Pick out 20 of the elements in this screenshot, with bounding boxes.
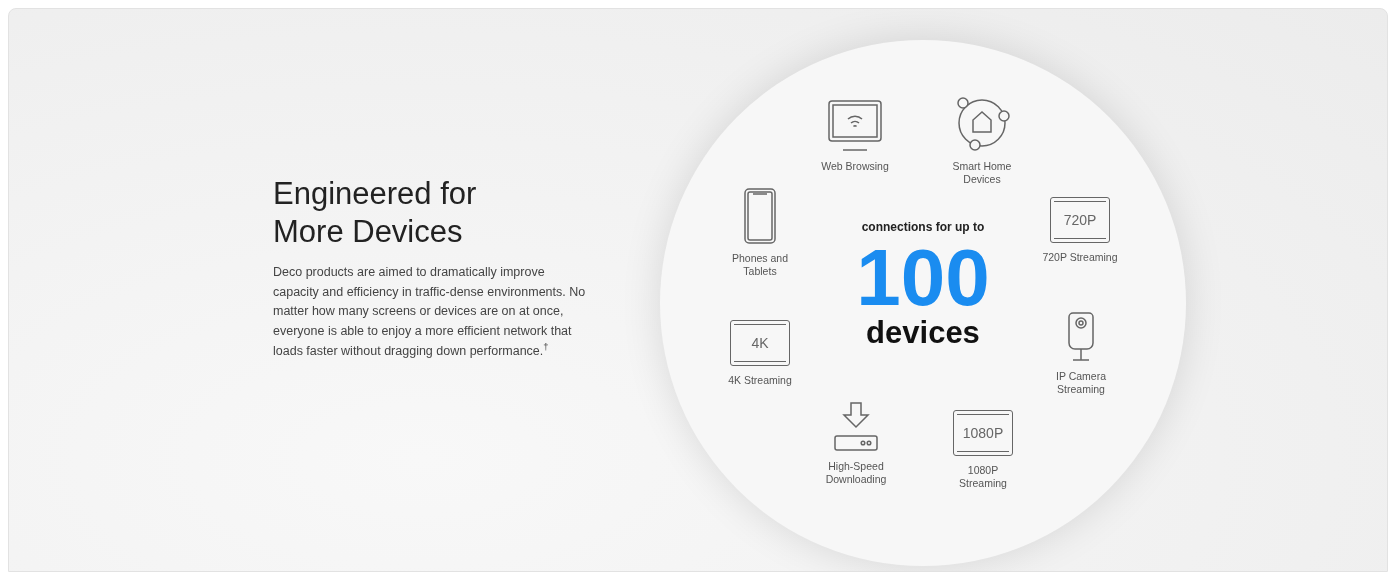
device-count: 100 xyxy=(856,240,990,316)
device-label: Web Browsing xyxy=(820,160,890,173)
download-icon xyxy=(832,402,880,452)
phone-icon xyxy=(744,188,776,244)
description-paragraph: Deco products are aimed to dramatically improve capacity and efficiency in traffic-dense environments. No matter how many screens or devices are on at once, everyone is able to enjoy a more efficient network that loads faster without dragging down performance.$^{†}$ xyxy=(273,264,587,360)
devices-label: devices xyxy=(866,316,980,350)
device-label: Smart Home Devices xyxy=(951,160,1013,186)
caption-text: connections for up to xyxy=(861,219,985,236)
device-label: Phones and Tablets xyxy=(730,252,790,278)
device-label: 4K Streaming xyxy=(727,374,793,387)
device-label: 1080P Streaming xyxy=(958,464,1008,490)
monitor-wifi-icon xyxy=(828,100,882,152)
resolution-label: 4K xyxy=(751,333,769,353)
resolution-label: 1080P xyxy=(962,423,1004,443)
device-label: 720P Streaming xyxy=(1041,251,1119,264)
section-heading: Engineered for More Devices xyxy=(273,175,478,251)
device-label: High-Speed Downloading xyxy=(824,460,888,486)
device-label: IP Camera Streaming xyxy=(1055,370,1107,396)
resolution-label: 720P xyxy=(1063,210,1097,230)
camera-icon xyxy=(1067,312,1095,362)
